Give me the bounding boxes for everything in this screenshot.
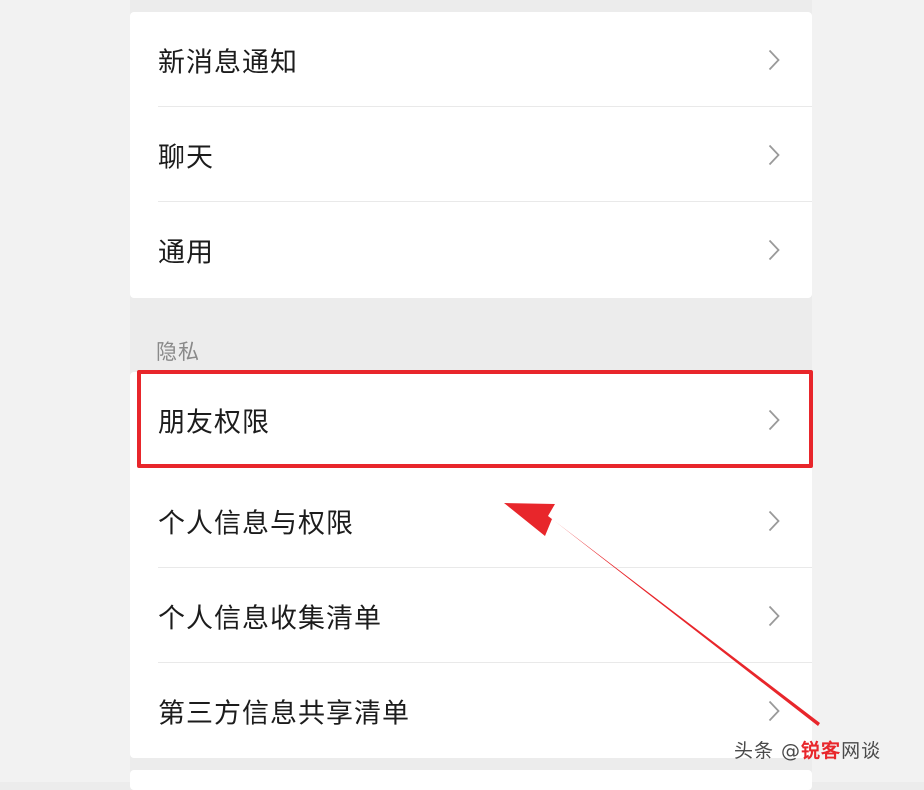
watermark: 头条 @锐客网谈 xyxy=(734,736,881,763)
annotation-arrow xyxy=(504,503,820,726)
watermark-suffix: 网谈 xyxy=(841,740,882,762)
watermark-prefix: 头条 @ xyxy=(734,740,802,762)
watermark-highlight: 锐客 xyxy=(801,740,842,762)
